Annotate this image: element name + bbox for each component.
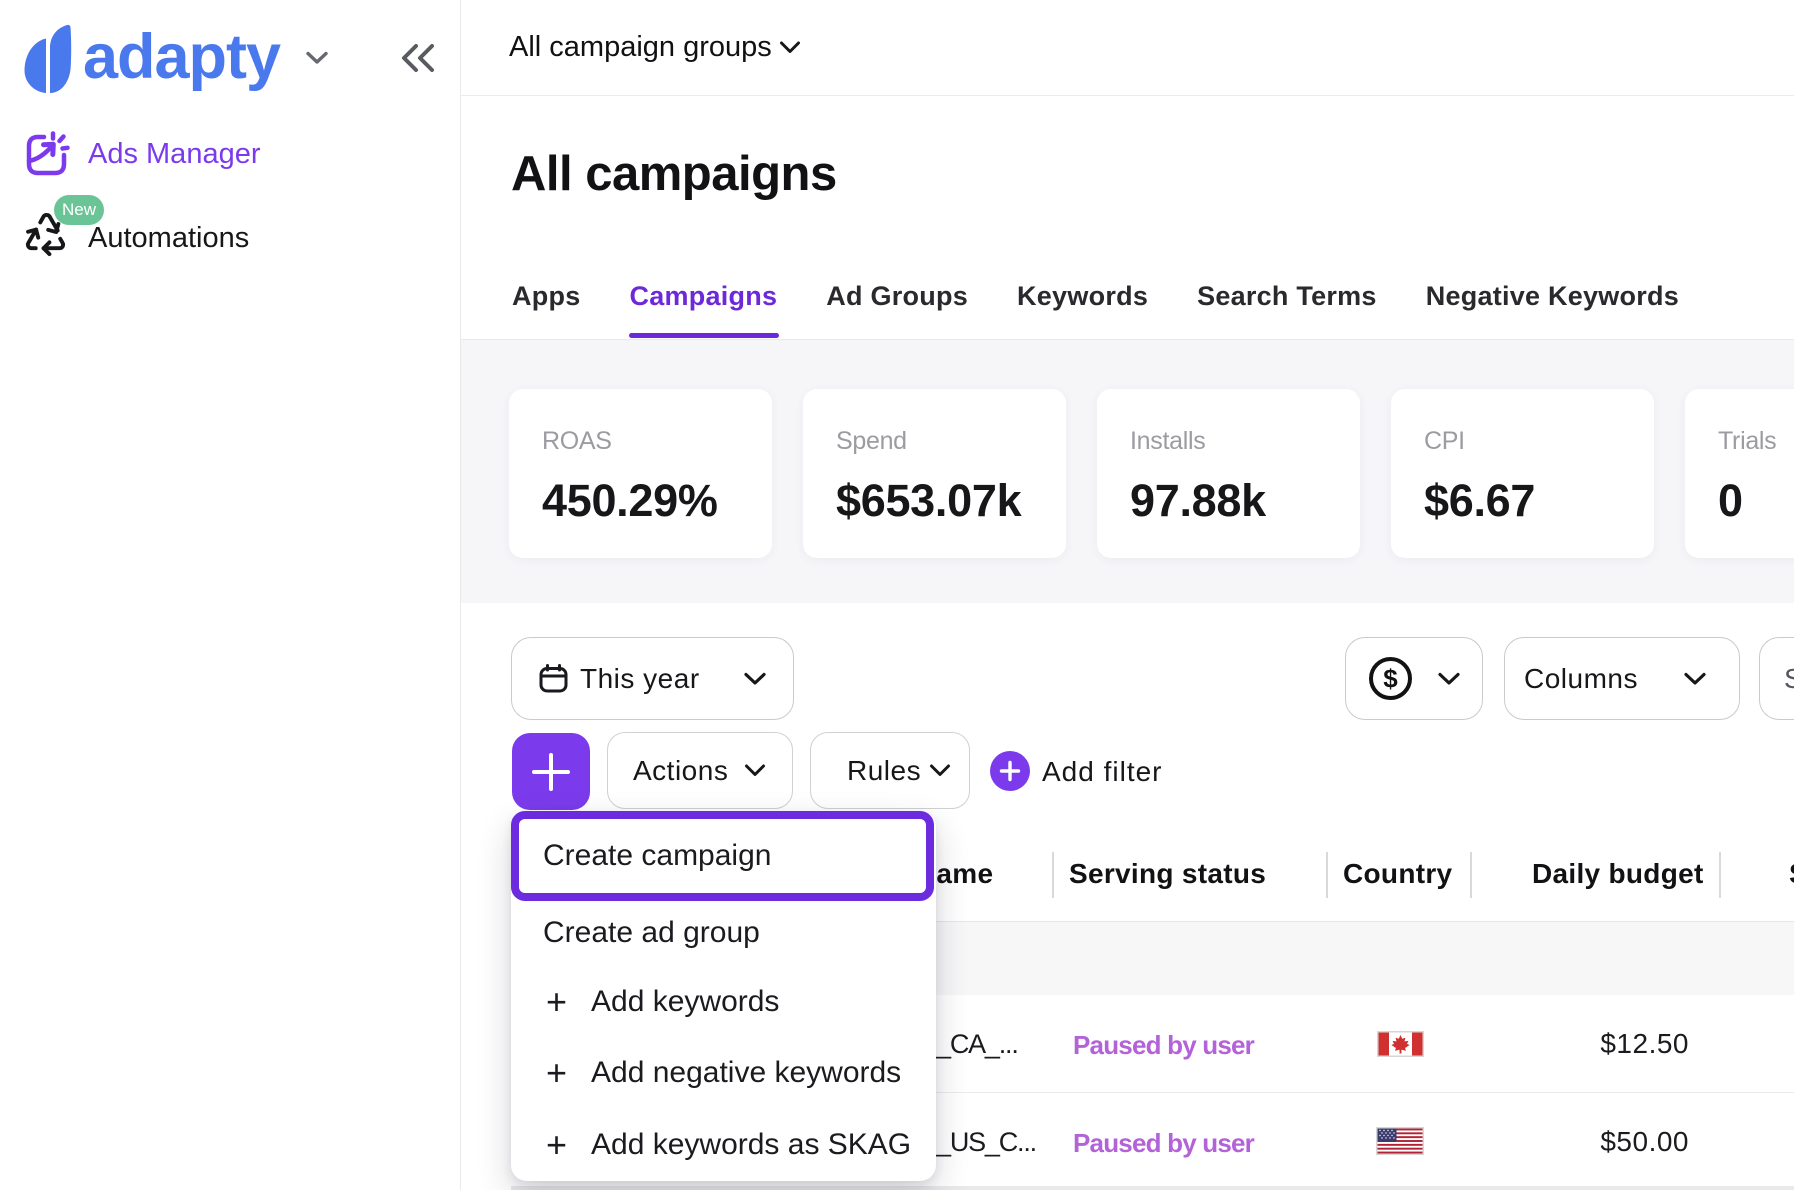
svg-text:$: $ (1383, 664, 1398, 694)
